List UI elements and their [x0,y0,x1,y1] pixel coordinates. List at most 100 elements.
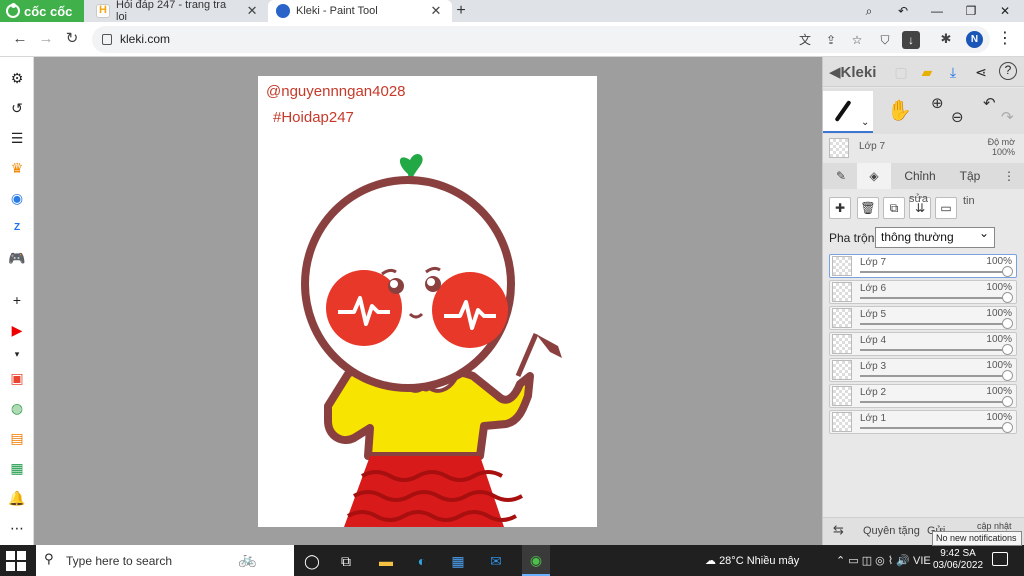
forward-button[interactable]: → [34,28,58,50]
taskbar-search-input[interactable]: ⚲ Type here to search 🚲 [36,545,294,576]
gamepad-icon[interactable]: 🎮 [8,249,26,267]
window-close-button[interactable]: ✕ [988,0,1022,22]
tab-file[interactable]: Tập [953,163,987,189]
zoom-in-icon[interactable]: ⊕ [931,94,944,112]
update-link[interactable]: cập nhật [977,521,1012,531]
notifications-icon[interactable] [992,552,1008,566]
youtube-icon[interactable]: ▶ [8,321,26,339]
blend-mode-value: thông thường [881,230,954,244]
shop-icon[interactable]: ▣ [8,369,26,387]
undo-icon[interactable]: ↶ [983,94,996,112]
layer-opacity-slider[interactable] [1002,422,1013,433]
history-icon[interactable]: ↺ [8,99,26,117]
save-download-icon[interactable]: ⤓ [943,62,963,82]
undo-tab-icon[interactable]: ↶ [886,0,920,22]
profile-avatar[interactable]: N [966,31,983,48]
add-sidebar-icon[interactable]: + [8,291,26,309]
open-folder-icon[interactable]: ▰ [917,62,937,82]
system-tray[interactable]: ⌃ ▭ ◫ ◎ ⌇ 🔊 VIE [836,554,931,567]
navigation-bar: ← → ↻ kleki.com 文 ⇪ ☆ ⛉ ↓ ✱ N ⋮ [0,22,1024,57]
layer-item-4[interactable]: Lớp 4 100% [829,332,1017,356]
tab-adjust[interactable]: Chỉnh [899,163,941,189]
messenger-icon[interactable]: ◉ [8,189,26,207]
coccoc-taskbar-icon[interactable]: ◉ [522,545,550,576]
reload-button[interactable]: ↻ [60,28,84,50]
tab-hoidap[interactable]: Hỏi đáp 247 - trang tra loi ✕ [88,0,268,23]
blend-mode-row: Pha trộn thông thường [823,226,1024,249]
layer-item-5[interactable]: Lớp 5 100% [829,306,1017,330]
crown-icon[interactable]: ♛ [8,159,26,177]
layer-opacity-slider[interactable] [1002,396,1013,407]
shield-icon[interactable]: ⛉ [876,31,894,49]
swap-arrows-icon[interactable]: ⇆ [833,522,844,538]
layer-item-6[interactable]: Lớp 6 100% [829,280,1017,304]
drawing-stage[interactable]: @nguyennngan4028 #Hoidap247 [34,57,822,545]
layer-thumbnail [832,256,852,276]
restore-button[interactable]: ❐ [954,0,988,22]
layer-opacity-slider[interactable] [1002,370,1013,381]
close-icon[interactable]: ✕ [428,3,444,19]
layer-opacity-slider[interactable] [1002,292,1013,303]
new-file-icon[interactable]: ▢ [891,62,911,82]
lock-icon [102,34,112,45]
layer-opacity-slider[interactable] [1002,344,1013,355]
download-icon[interactable]: ↓ [902,31,920,49]
sheets-icon[interactable]: ▦ [8,459,26,477]
add-layer-icon[interactable]: ✚ [829,197,851,219]
layer-item-7[interactable]: Lớp 7 100% [829,254,1017,278]
edge-icon[interactable]: ◐ [412,551,432,571]
chevron-down-icon[interactable]: ▾ [8,345,26,363]
back-button[interactable]: ← [8,28,32,50]
zalo-icon[interactable]: Z [8,219,26,237]
windows-start-icon[interactable] [6,551,26,571]
bookmark-star-icon[interactable]: ☆ [848,31,866,49]
tab-brush-icon[interactable]: ✎ [827,163,855,189]
coccoc-brand-button[interactable]: cốc cốc [0,0,84,22]
mail-icon[interactable]: ✉ [486,551,506,571]
bell-icon[interactable]: 🔔 [8,489,26,507]
reading-list-icon[interactable]: ☰ [8,129,26,147]
weather-widget[interactable]: ☁ 28°C Nhiều mây [705,554,799,567]
tiki-icon[interactable]: ▤ [8,429,26,447]
help-icon[interactable]: ? [999,62,1017,80]
minimize-button[interactable]: — [920,0,954,22]
duplicate-layer-icon[interactable]: ⧉ [883,197,905,219]
share-icon[interactable]: ⋖ [971,62,991,82]
layer-item-3[interactable]: Lớp 3 100% [829,358,1017,382]
layer-opacity-slider[interactable] [1002,318,1013,329]
more-icon[interactable]: ⋯ [8,519,26,537]
tool-row: ⌄ ✋ ⊕ ⊖ ↶ ↷ [823,88,1024,134]
extensions-icon[interactable]: ✱ [934,28,958,50]
address-bar[interactable]: kleki.com 文 ⇪ ☆ ⛉ ↓ [92,26,990,53]
share-icon[interactable]: ⇪ [822,31,840,49]
redo-icon[interactable]: ↷ [1001,108,1014,126]
browser-menu-icon[interactable]: ⋮ [996,30,1014,50]
drawing-canvas[interactable]: @nguyennngan4028 #Hoidap247 [258,76,597,527]
blend-mode-select[interactable]: thông thường [875,226,995,248]
donate-link[interactable]: Quyên tặng [863,525,920,537]
edit-label: sửa [909,193,928,205]
task-view-icon[interactable]: ⧉ [336,551,356,571]
layer-opacity-slider[interactable] [1002,266,1013,277]
new-tab-button[interactable]: + [452,0,470,22]
close-icon[interactable]: ✕ [244,3,260,19]
settings-gear-icon[interactable]: ⚙ [8,69,26,87]
tab-layers-icon[interactable]: ◈ [857,163,891,189]
hand-tool-icon[interactable]: ✋ [887,98,912,123]
brush-tool-button[interactable]: ⌄ [823,91,873,133]
layer-item-2[interactable]: Lớp 2 100% [829,384,1017,408]
cortana-icon[interactable]: ◯ [302,551,322,571]
map-icon[interactable]: ◍ [8,399,26,417]
zoom-out-icon[interactable]: ⊖ [951,108,964,126]
file-explorer-icon[interactable]: ▬ [376,551,396,571]
search-tabs-icon[interactable]: ⌕ [852,0,886,22]
tab-kleki[interactable]: Kleki - Paint Tool ✕ [268,0,452,22]
layer-item-1[interactable]: Lớp 1 100% [829,410,1017,434]
translate-icon[interactable]: 文 [796,31,814,49]
taskbar-clock[interactable]: 9:42 SA 03/06/2022 [932,548,984,572]
store-icon[interactable]: ▦ [448,551,468,571]
more-menu-icon[interactable]: ⋮ [1001,163,1017,189]
delete-layer-icon[interactable]: 🗑 [857,197,879,219]
rename-layer-icon[interactable]: ▭ [935,197,957,219]
clock-date: 03/06/2022 [932,560,984,571]
